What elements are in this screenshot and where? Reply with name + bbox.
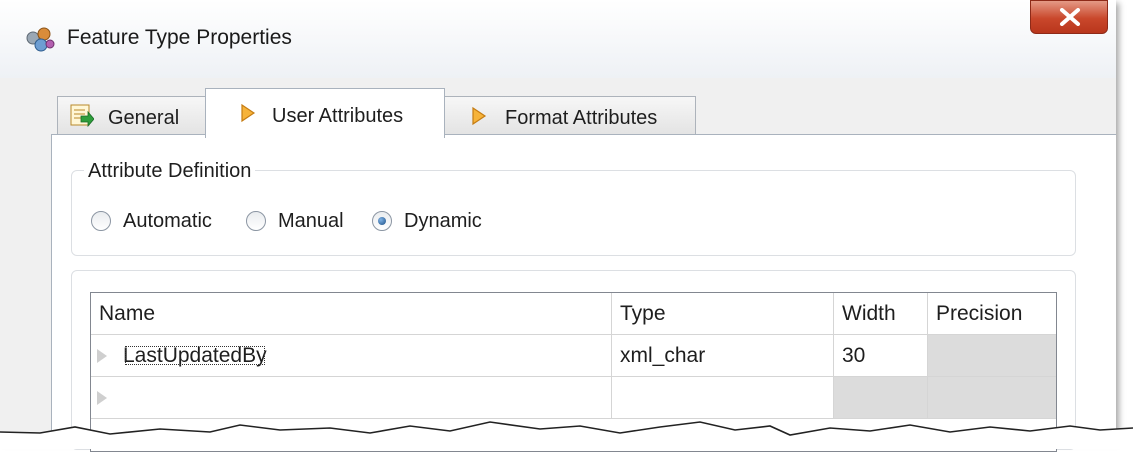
precision-cell xyxy=(928,335,1056,377)
row-indicator-icon xyxy=(97,349,107,363)
general-icon xyxy=(70,104,94,128)
torn-edge xyxy=(0,421,1133,449)
column-header-precision[interactable]: Precision xyxy=(928,293,1056,335)
radio-automatic-label: Automatic xyxy=(123,210,212,232)
close-button[interactable] xyxy=(1030,0,1108,34)
width-cell[interactable]: 30 xyxy=(834,335,928,377)
radio-dynamic-label: Dynamic xyxy=(404,210,482,232)
radio-circle[interactable] xyxy=(91,211,111,231)
window-title: Feature Type Properties xyxy=(67,26,292,49)
radio-circle[interactable] xyxy=(246,211,266,231)
type-cell[interactable]: xml_char xyxy=(612,335,834,377)
width-cell xyxy=(834,377,928,419)
diamond-icon xyxy=(241,103,256,123)
name-value: LastUpdatedBy xyxy=(123,344,267,367)
tab-format-attributes[interactable]: Format Attributes xyxy=(444,96,696,135)
tab-general-label: General xyxy=(108,107,180,129)
name-cell[interactable]: LastUpdatedBy xyxy=(91,335,612,377)
close-icon xyxy=(1060,8,1080,26)
tab-user-attributes-label: User Attributes xyxy=(272,105,404,127)
type-cell[interactable] xyxy=(612,377,834,419)
attribute-definition-title: Attribute Definition xyxy=(84,160,256,183)
radio-manual-label: Manual xyxy=(278,210,344,232)
tab-user-attributes[interactable]: User Attributes xyxy=(205,88,445,138)
column-header-width[interactable]: Width xyxy=(834,293,928,335)
tab-general[interactable]: General xyxy=(57,96,206,135)
title-bar[interactable]: Feature Type Properties xyxy=(0,0,1116,78)
column-header-type[interactable]: Type xyxy=(612,293,834,335)
diamond-icon xyxy=(472,106,487,126)
radio-circle-selected[interactable] xyxy=(372,211,392,231)
app-icon xyxy=(26,27,55,52)
tab-format-attributes-label: Format Attributes xyxy=(505,107,658,129)
row-indicator-icon xyxy=(97,391,107,405)
name-cell[interactable] xyxy=(91,377,612,419)
precision-cell xyxy=(928,377,1056,419)
column-header-name[interactable]: Name xyxy=(91,293,612,335)
